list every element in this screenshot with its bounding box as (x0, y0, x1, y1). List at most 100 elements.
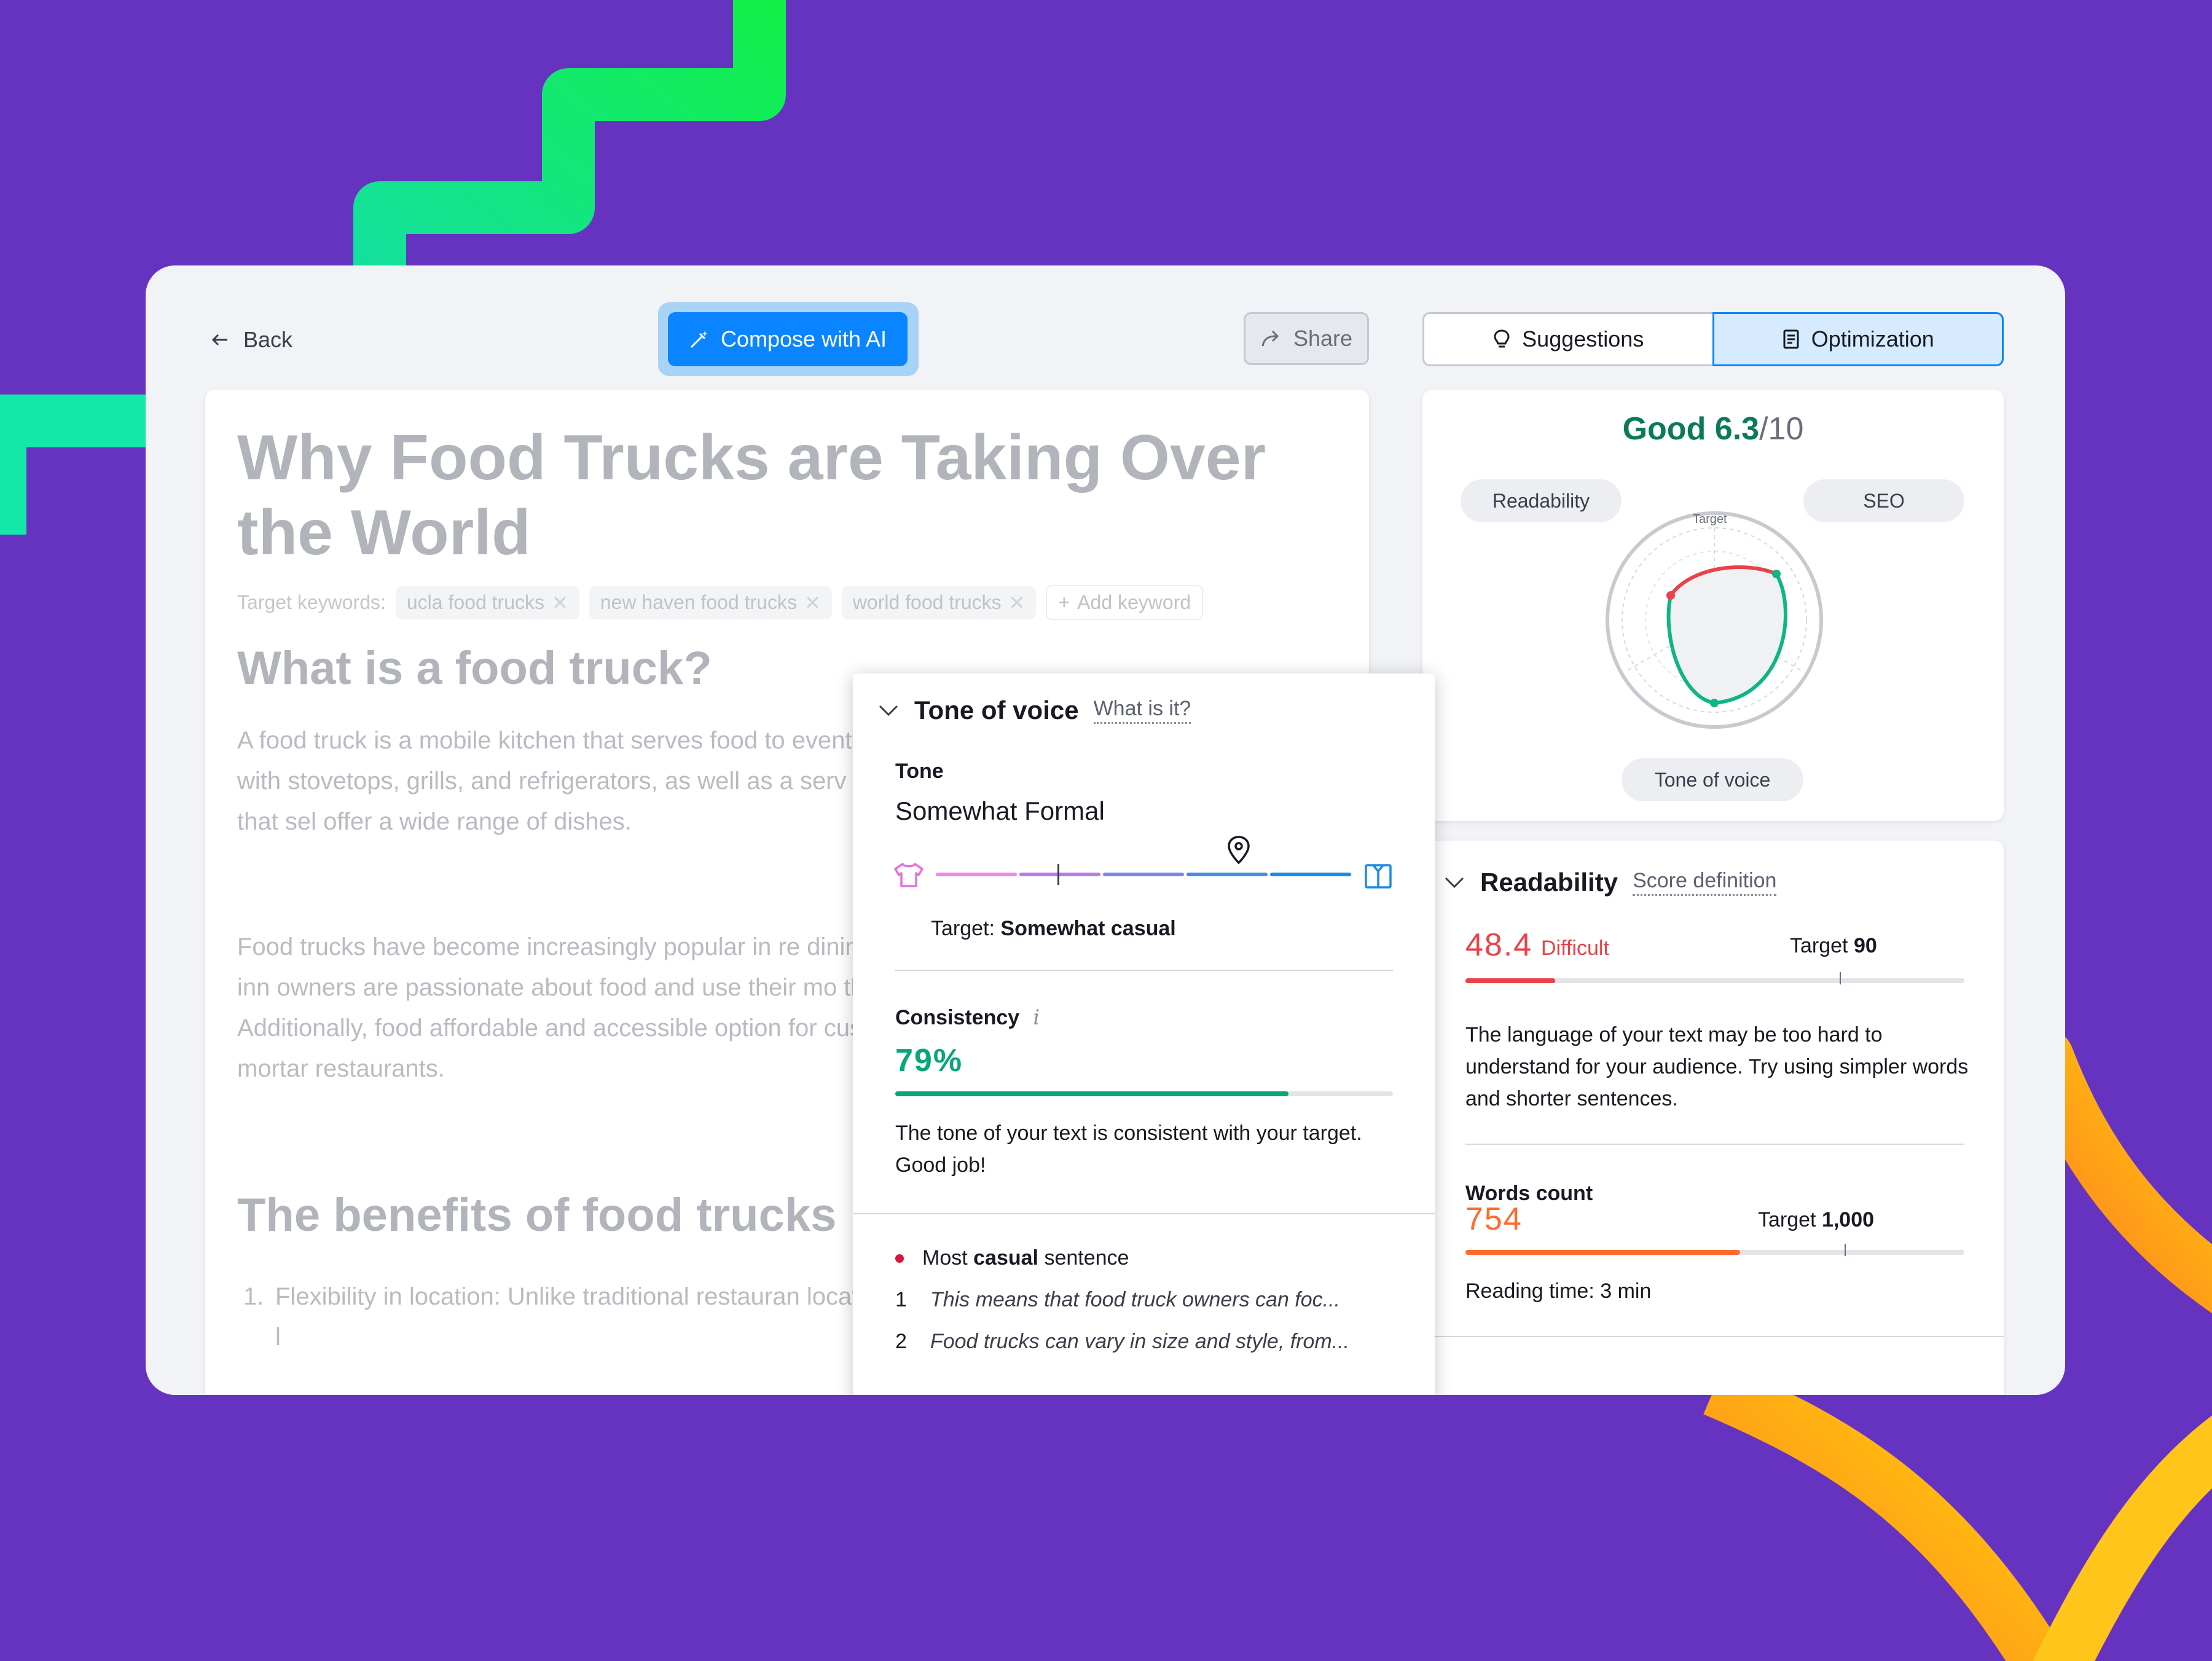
keyword-text: ucla food trucks (406, 591, 544, 613)
article-title[interactable]: Why Food Trucks are Taking Over the Worl… (237, 420, 1331, 570)
score-value: 6.3 (1714, 411, 1760, 447)
slider-segment (1103, 873, 1184, 876)
what-is-it-link[interactable]: What is it? (1093, 697, 1191, 724)
words-target-label: Target (1758, 1208, 1816, 1231)
compose-with-ai-button[interactable]: Compose with AI (668, 312, 908, 366)
back-button[interactable]: Back (210, 327, 292, 353)
tone-header[interactable]: Tone of voice What is it? (877, 696, 1191, 725)
keyword-chip[interactable]: new haven food trucks ✕ (589, 586, 832, 619)
score-label: Good (1622, 411, 1706, 447)
slider-segment (1019, 873, 1100, 876)
keyword-text: new haven food trucks (600, 591, 797, 613)
readability-bar (1465, 972, 1964, 984)
readability-target-label: Target (1790, 934, 1848, 957)
section-heading[interactable]: What is a food truck? (237, 642, 712, 695)
words-bar (1465, 1244, 1964, 1256)
back-label: Back (243, 327, 293, 352)
share-arrow-icon (1261, 330, 1279, 347)
words-target: Target 1,000 (1758, 1208, 1874, 1232)
score-definition-link[interactable]: Score definition (1633, 869, 1777, 896)
tab-suggestions[interactable]: Suggestions (1422, 312, 1712, 366)
most-casual-header: Most casual sentence (895, 1246, 1129, 1270)
readability-target-value: 90 (1853, 934, 1877, 957)
divider (895, 970, 1393, 971)
readability-bar-fill (1465, 978, 1556, 983)
tone-value: Somewhat Formal (895, 796, 1105, 825)
sentence-number: 1 (895, 1288, 907, 1311)
most-casual-suffix: sentence (1044, 1246, 1129, 1270)
radar-target-label: Target (1693, 512, 1727, 526)
consistency-description: The tone of your text is consistent with… (895, 1121, 1362, 1177)
tone-target: Target: Somewhat casual (931, 917, 1176, 941)
tone-target-value: Somewhat casual (1000, 917, 1176, 940)
tone-slider (893, 836, 1403, 892)
readability-description: The language of your text may be too har… (1465, 1023, 1969, 1110)
readability-target-tick (1840, 972, 1841, 984)
consistency-header: Consistency i (895, 1005, 1040, 1030)
formal-shirt-icon (1365, 864, 1392, 889)
magic-wand-icon (690, 331, 708, 348)
sentence-text: Food trucks can vary in size and style, … (930, 1330, 1350, 1353)
slider-segment (1270, 873, 1351, 876)
arrow-left-icon (211, 334, 227, 346)
readability-card: Readability Score definition 48.4 Diffic… (1422, 841, 2004, 1395)
tone-label: Tone (895, 760, 944, 783)
document-icon (1783, 329, 1799, 349)
tab-suggestions-label: Suggestions (1522, 326, 1644, 351)
score-card: Good 6.3/10 Readability SEO Tone of voic… (1422, 390, 2004, 821)
editor-window: Back Compose with AI Share Suggestions O… (146, 265, 2065, 1395)
readability-target: Target 90 (1790, 934, 1877, 958)
readability-title: Readability (1480, 868, 1618, 897)
share-button[interactable]: Share (1244, 312, 1369, 365)
keyword-text: world food trucks (852, 591, 1002, 613)
target-keywords-row: Target keywords: ucla food trucks ✕ new h… (237, 585, 1204, 620)
info-icon[interactable]: i (1033, 1005, 1040, 1030)
section-heading[interactable]: The benefits of food trucks (237, 1188, 836, 1242)
remove-keyword-icon[interactable]: ✕ (552, 591, 568, 615)
lightbulb-icon (1494, 329, 1510, 348)
readability-level: Difficult (1541, 937, 1609, 960)
red-dot-icon (895, 1254, 904, 1263)
sentence-text: This means that food truck owners can fo… (930, 1288, 1341, 1311)
tab-optimization[interactable]: Optimization (1712, 312, 2004, 366)
remove-keyword-icon[interactable]: ✕ (1009, 591, 1026, 615)
remove-keyword-icon[interactable]: ✕ (804, 591, 821, 615)
tone-of-voice-axis-label[interactable]: Tone of voice (1622, 758, 1803, 801)
casual-tshirt-icon (894, 863, 924, 887)
add-keyword-button[interactable]: + Add keyword (1046, 585, 1204, 620)
tone-target-prefix: Target: (931, 917, 995, 940)
readability-score: 48.4 (1465, 927, 1533, 963)
chevron-down-icon (879, 705, 898, 717)
green-left-decoration (0, 395, 160, 535)
location-pin-icon (1228, 836, 1250, 865)
tab-optimization-label: Optimization (1811, 326, 1934, 351)
sentence-item[interactable]: 2 Food trucks can vary in size and style… (895, 1330, 1349, 1354)
target-tick (1057, 864, 1059, 885)
keyword-chip[interactable]: ucla food trucks ✕ (395, 586, 579, 619)
reading-time: Reading time: 3 min (1465, 1279, 1652, 1303)
radar-chart (1606, 511, 1823, 729)
readability-header[interactable]: Readability Score definition (1443, 868, 1777, 897)
orange-bottom-decoration (1703, 1363, 2071, 1661)
overall-score: Good 6.3/10 (1422, 410, 2004, 447)
consistency-bar-fill (895, 1091, 1288, 1096)
score-denominator: /10 (1759, 411, 1804, 447)
consistency-bar (895, 1091, 1393, 1096)
sentence-number: 2 (895, 1330, 907, 1353)
sentence-item[interactable]: 1 This means that food truck owners can … (895, 1288, 1340, 1312)
tone-title: Tone of voice (914, 696, 1079, 724)
share-label: Share (1293, 326, 1353, 351)
tone-of-voice-popup: Tone of voice What is it? Tone Somewhat … (853, 673, 1435, 1395)
compose-label: Compose with AI (720, 326, 887, 351)
yellow-right-decoration (2018, 1029, 2212, 1314)
green-stair-decoration (353, 0, 786, 289)
readability-axis-label[interactable]: Readability (1461, 479, 1622, 522)
slider-segment (936, 873, 1017, 876)
plus-icon: + (1058, 591, 1070, 613)
keyword-chip[interactable]: world food trucks ✕ (841, 586, 1037, 619)
divider (853, 1213, 1435, 1214)
consistency-label: Consistency (895, 1005, 1020, 1029)
yellow-bottom-right-decoration (2033, 1415, 2212, 1661)
most-casual-bold: casual (973, 1246, 1038, 1270)
add-keyword-label: Add keyword (1077, 591, 1191, 613)
